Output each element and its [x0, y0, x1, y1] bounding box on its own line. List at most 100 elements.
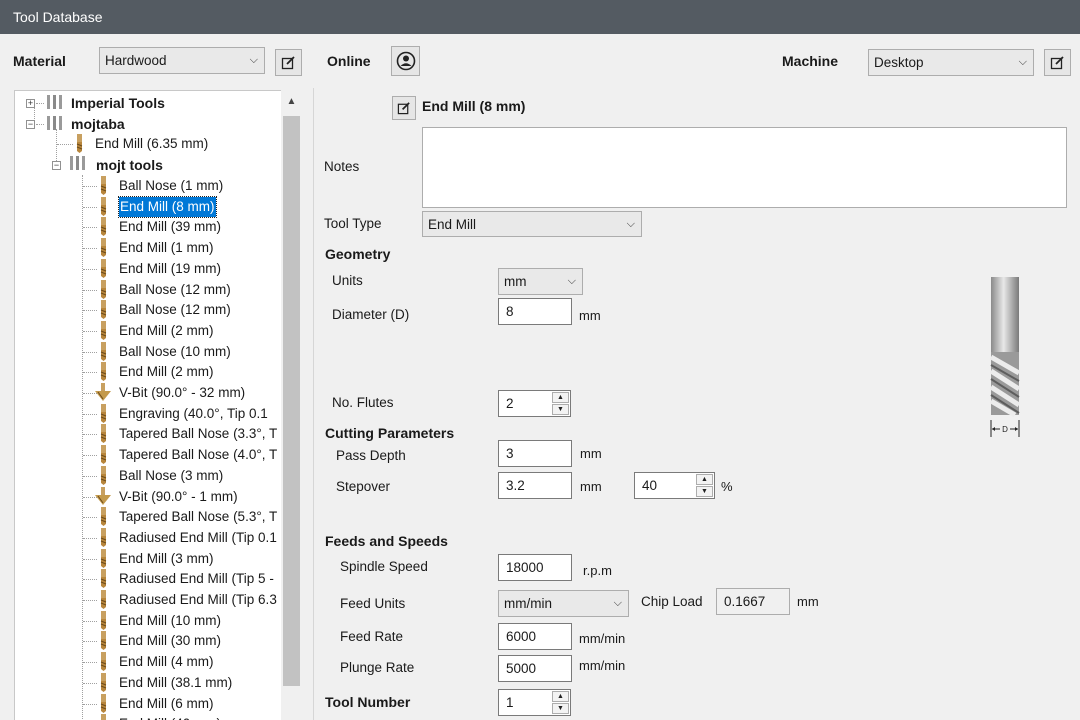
- tree-item[interactable]: Ball Nose (10 mm): [119, 342, 231, 362]
- spindle-speed-input[interactable]: 18000: [498, 554, 572, 581]
- tree-guide-line: [83, 186, 97, 187]
- tool-tree[interactable]: + Imperial Tools − mojtaba End Mill (6.35 mm…: [14, 90, 302, 720]
- tree-item[interactable]: Ball Nose (1 mm): [119, 176, 223, 196]
- tool-number-value: 1: [506, 695, 514, 710]
- increment-icon[interactable]: ▲: [696, 474, 713, 485]
- tree-item[interactable]: Radiused End Mill (Tip 0.1: [119, 528, 277, 548]
- feed-rate-input[interactable]: 6000: [498, 623, 572, 650]
- tree-root-0[interactable]: Imperial Tools: [71, 93, 165, 113]
- tree-expander-group[interactable]: −: [52, 161, 61, 170]
- scroll-up-icon[interactable]: ▲: [281, 96, 302, 107]
- tree-guide-line: [36, 103, 44, 104]
- tree-item[interactable]: Radiused End Mill (Tip 5 -: [119, 569, 274, 589]
- tree-item[interactable]: End Mill (6 mm): [119, 694, 214, 714]
- units-select[interactable]: mm ⌵: [498, 268, 583, 295]
- tree-guide-line: [83, 227, 97, 229]
- vbit-icon: [95, 486, 111, 507]
- tree-item[interactable]: Ball Nose (3 mm): [119, 466, 223, 486]
- tree-item[interactable]: V-Bit (90.0° - 1 mm): [119, 487, 238, 507]
- drill-bit-icon: [99, 590, 108, 610]
- diameter-unit: mm: [579, 308, 601, 323]
- chip-load-field: 0.1667: [716, 588, 790, 615]
- tree-item[interactable]: Tapered Ball Nose (4.0°, T: [119, 445, 277, 465]
- tree-guide-line: [83, 600, 97, 601]
- tool-number-spinbox[interactable]: 1 ▲ ▼: [498, 689, 571, 716]
- drill-bit-icon: [99, 300, 108, 320]
- tree-item[interactable]: End Mill (39 mm): [119, 217, 221, 237]
- tree-guide-line: [83, 268, 97, 270]
- feed-units-select[interactable]: mm/min ⌵: [498, 590, 629, 617]
- flutes-value: 2: [506, 396, 514, 411]
- online-button[interactable]: [391, 46, 420, 76]
- vbit-icon: [95, 383, 111, 403]
- tree-item-endmill-6-35[interactable]: End Mill (6.35 mm): [95, 134, 208, 154]
- tool-type-select[interactable]: End Mill ⌵: [422, 211, 642, 237]
- stepover-unit: mm: [580, 479, 602, 494]
- chip-load-unit: mm: [797, 594, 819, 609]
- stepover-percent-spinbox[interactable]: 40 ▲ ▼: [634, 472, 715, 499]
- tree-guide-line: [83, 517, 97, 519]
- edit-icon: [1050, 56, 1064, 70]
- tree-item[interactable]: End Mill (2 mm): [119, 321, 214, 341]
- diameter-input[interactable]: 8: [498, 298, 572, 325]
- tree-item[interactable]: V-Bit (90.0° - 32 mm): [119, 383, 245, 403]
- tree-item[interactable]: End Mill (1 mm): [119, 238, 214, 258]
- tree-item[interactable]: Ball Nose (12 mm): [119, 300, 231, 320]
- increment-icon[interactable]: ▲: [552, 392, 569, 403]
- tree-group-mojt-tools[interactable]: mojt tools: [96, 155, 163, 175]
- decrement-icon[interactable]: ▼: [552, 404, 569, 415]
- tool-type-value: End Mill: [428, 217, 477, 232]
- tree-item[interactable]: End Mill (30 mm): [119, 631, 221, 651]
- tool-name-title: End Mill (8 mm): [422, 98, 526, 114]
- tree-expander-0[interactable]: +: [26, 99, 35, 108]
- tree-folder-icon: [46, 94, 64, 114]
- notes-textarea[interactable]: [422, 127, 1067, 208]
- edit-machine-button[interactable]: [1044, 49, 1071, 76]
- tree-root-1[interactable]: mojtaba: [71, 114, 125, 134]
- machine-value: Desktop: [874, 55, 924, 70]
- tree-item[interactable]: End Mill (3 mm): [119, 549, 214, 569]
- feed-units-label: Feed Units: [340, 596, 406, 611]
- flutes-stepper[interactable]: ▲ ▼: [552, 392, 569, 415]
- drill-bit-icon: [99, 238, 108, 258]
- tree-expander-1[interactable]: −: [26, 120, 35, 129]
- online-label: Online: [327, 53, 371, 69]
- tool-number-stepper[interactable]: ▲ ▼: [552, 691, 569, 714]
- drill-bit-icon: [99, 196, 108, 217]
- flutes-spinbox[interactable]: 2 ▲ ▼: [498, 390, 571, 417]
- machine-select[interactable]: Desktop ⌵: [868, 49, 1034, 76]
- plunge-rate-input[interactable]: 5000: [498, 655, 572, 682]
- edit-material-button[interactable]: [275, 49, 302, 76]
- tree-item[interactable]: End Mill (8 mm): [118, 195, 217, 218]
- tree-item[interactable]: Tapered Ball Nose (5.3°, T: [119, 507, 277, 527]
- decrement-icon[interactable]: ▼: [696, 486, 713, 497]
- material-label: Material: [13, 53, 66, 69]
- decrement-icon[interactable]: ▼: [552, 703, 569, 714]
- edit-icon: [281, 56, 295, 70]
- stepover-percent-stepper[interactable]: ▲ ▼: [696, 474, 713, 497]
- tree-item[interactable]: End Mill (4 mm): [119, 652, 214, 672]
- edit-tool-name-button[interactable]: [392, 96, 416, 120]
- units-label: Units: [332, 273, 363, 288]
- material-select[interactable]: Hardwood ⌵: [99, 47, 265, 74]
- tree-item[interactable]: Engraving (40.0°, Tip 0.1: [119, 404, 268, 424]
- stepover-input[interactable]: 3.2: [498, 472, 572, 499]
- tree-item[interactable]: End Mill (2 mm): [119, 362, 214, 382]
- plunge-rate-label: Plunge Rate: [340, 660, 415, 675]
- tree-item[interactable]: Tapered Ball Nose (3.3°, T: [119, 424, 277, 444]
- pass-depth-unit: mm: [580, 446, 602, 461]
- tree-guide-line: [83, 206, 97, 208]
- chevron-down-icon: ⌵: [613, 597, 622, 609]
- pass-depth-input[interactable]: 3: [498, 440, 572, 467]
- tree-item[interactable]: Ball Nose (12 mm): [119, 280, 231, 300]
- tree-item[interactable]: End Mill (19 mm): [119, 259, 221, 279]
- tree-item[interactable]: End Mill (38.1 mm): [119, 673, 232, 693]
- scrollbar-thumb[interactable]: [283, 116, 300, 686]
- tree-guide-line: [83, 310, 97, 312]
- tree-item[interactable]: End Mill (40 mm): [119, 714, 221, 720]
- increment-icon[interactable]: ▲: [552, 691, 569, 702]
- tree-guide-line: [83, 372, 97, 374]
- tree-item[interactable]: Radiused End Mill (Tip 6.3: [119, 590, 277, 610]
- tree-item[interactable]: End Mill (10 mm): [119, 611, 221, 631]
- chip-load-label: Chip Load: [641, 594, 703, 609]
